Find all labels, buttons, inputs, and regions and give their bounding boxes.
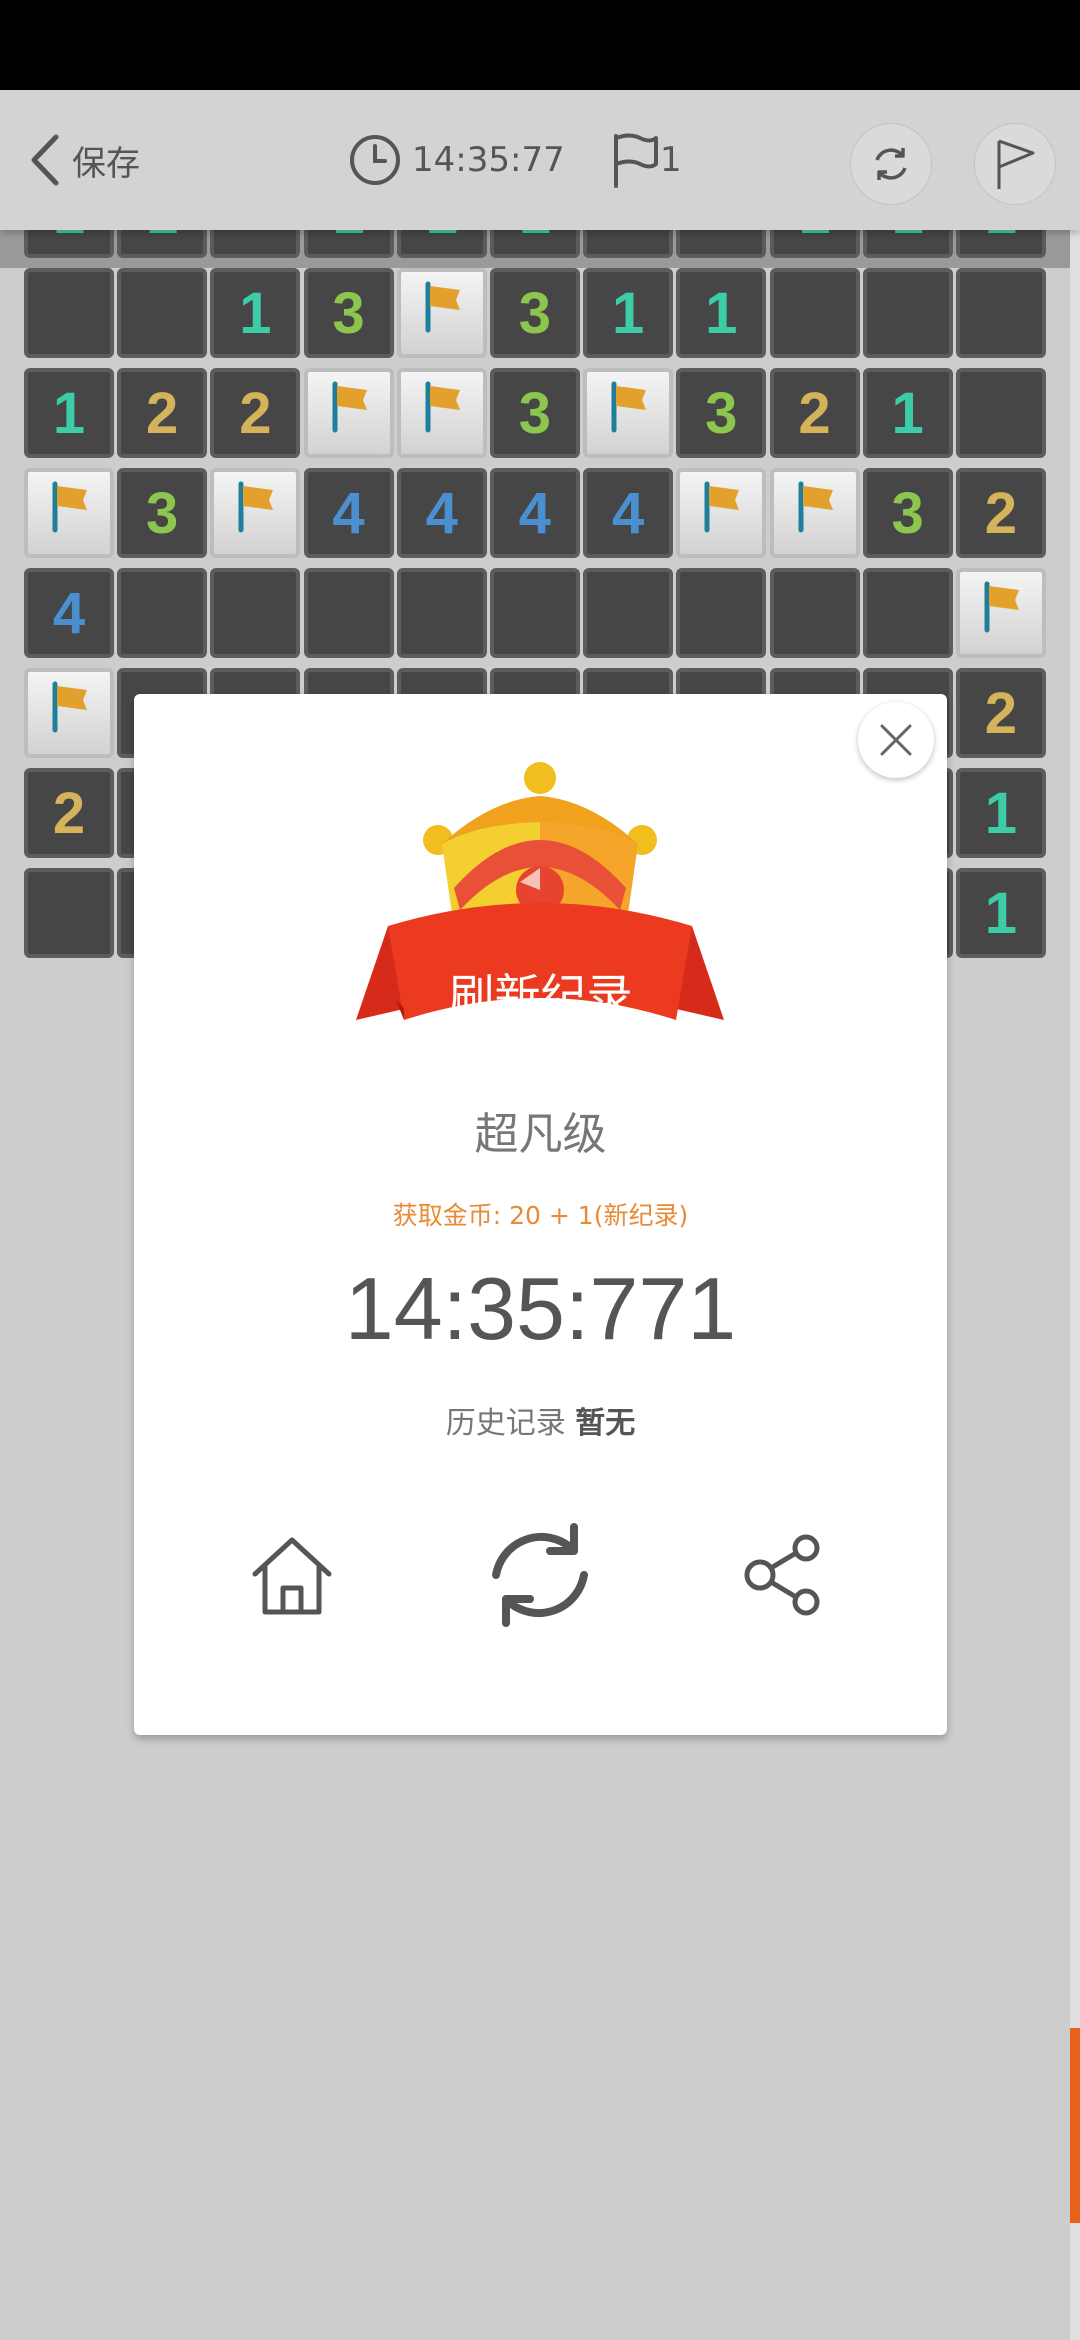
finish-time: 14:35:771	[344, 1259, 737, 1358]
flag-mode-button[interactable]	[974, 123, 1056, 205]
difficulty-level: 超凡级	[474, 1109, 607, 1160]
top-bar: 保存 14:35:77 1	[0, 90, 1080, 230]
flag-icon	[997, 139, 1035, 189]
coins-earned: 获取金币: 20 + 1(新纪录)	[392, 1201, 689, 1230]
clock-icon	[350, 135, 400, 185]
refresh-icon	[875, 148, 907, 180]
restart-icon	[492, 1523, 588, 1627]
share-icon	[744, 1534, 820, 1616]
flag-icon	[614, 133, 658, 188]
close-button[interactable]	[858, 702, 934, 778]
flag-count: 1	[660, 140, 682, 180]
home-button[interactable]	[232, 1515, 352, 1635]
refresh-button[interactable]	[850, 123, 932, 205]
close-icon	[880, 724, 912, 756]
share-button[interactable]	[725, 1515, 845, 1635]
save-back-button[interactable]: 保存	[28, 130, 140, 190]
timer: 14:35:77	[348, 130, 565, 190]
timer-value: 14:35:77	[412, 140, 565, 180]
save-label: 保存	[72, 143, 140, 184]
record-banner-text: 刷新纪录	[448, 969, 633, 1023]
restart-button[interactable]	[480, 1515, 600, 1635]
flag-counter: 1	[610, 130, 682, 190]
home-icon	[252, 1537, 332, 1615]
dialog-overlay: 刷新纪录 超凡级 获取金币: 20 + 1(新纪录) 14:35:771 历史记…	[0, 0, 1080, 2340]
chevron-left-icon	[31, 134, 59, 186]
history-label: 历史记录	[445, 1406, 566, 1441]
history-value: 暂无	[575, 1406, 636, 1441]
history-record: 历史记录 暂无	[134, 1398, 947, 1442]
